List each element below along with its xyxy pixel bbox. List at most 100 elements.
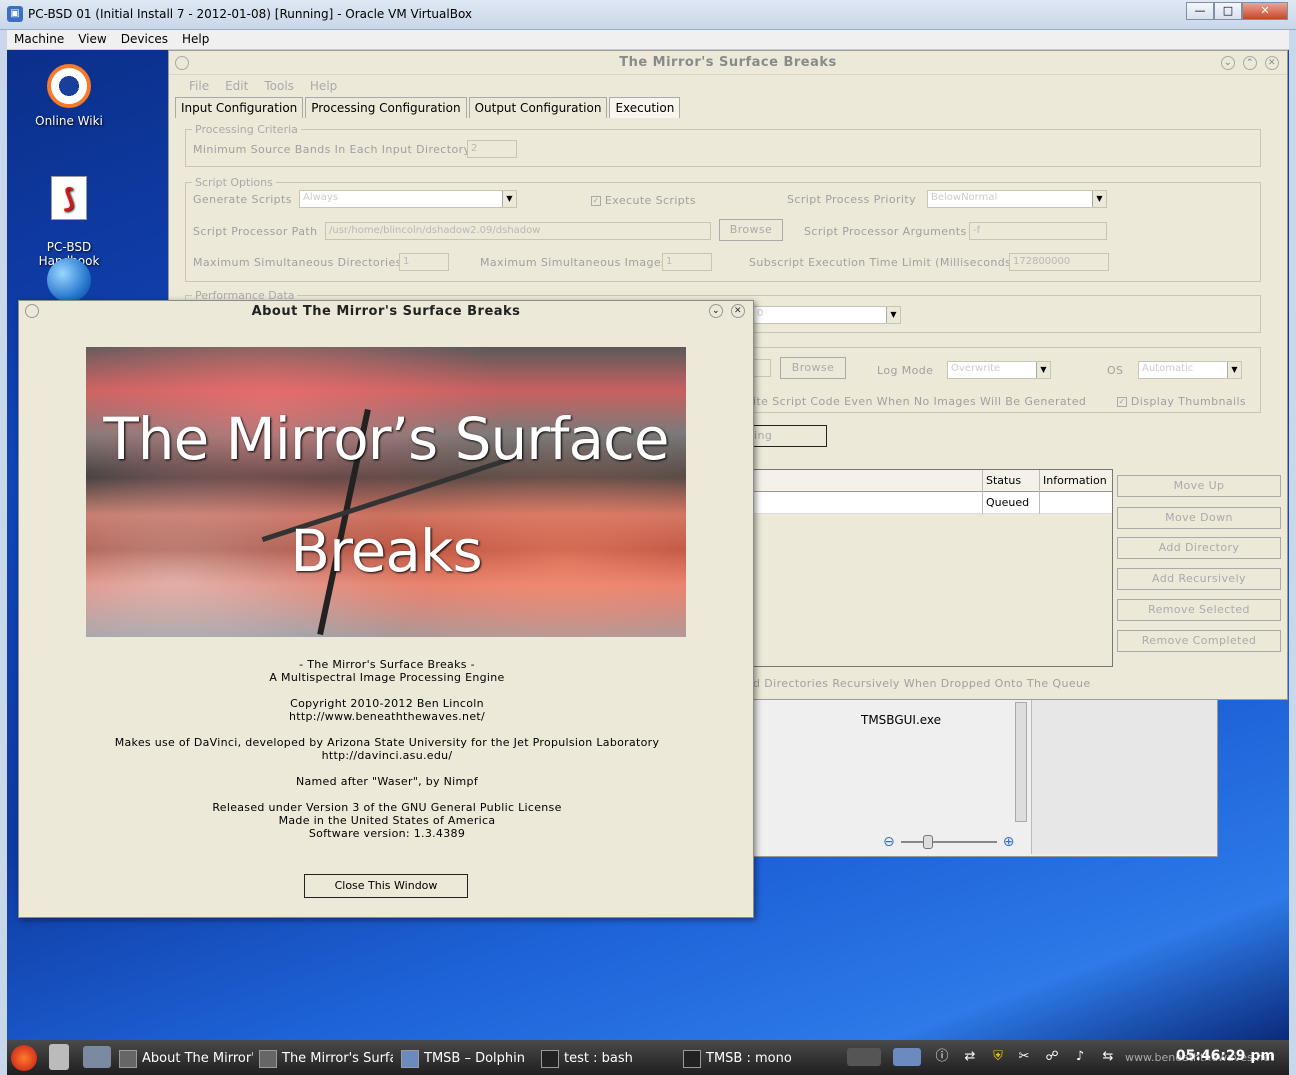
- about-dialog: About The Mirror's Surface Breaks ⌄ ✕ Th…: [18, 300, 754, 918]
- add-recursively-button[interactable]: Add Recursively: [1117, 568, 1281, 590]
- info-icon[interactable]: ⓘ: [933, 1048, 951, 1066]
- desktop-icon-globe[interactable]: [19, 258, 119, 302]
- menu-tools[interactable]: Tools: [256, 75, 302, 97]
- os-label: OS: [1107, 364, 1124, 377]
- desktop-icon-online-wiki[interactable]: Online Wiki: [19, 64, 119, 128]
- tab-input-configuration[interactable]: Input Configuration: [175, 97, 304, 118]
- table-row[interactable]: Queued: [754, 492, 1112, 514]
- pager-icon[interactable]: [847, 1048, 881, 1066]
- log-mode-select[interactable]: Overwrite ▼: [947, 361, 1051, 379]
- performance-select[interactable]: 0 ▼: [753, 306, 901, 324]
- move-down-button[interactable]: Move Down: [1117, 507, 1281, 529]
- terminal-icon: [541, 1049, 559, 1068]
- row-status: Queued: [982, 492, 1039, 514]
- script-args-field[interactable]: -f: [969, 222, 1107, 240]
- maximize-button[interactable]: □: [1214, 2, 1242, 20]
- about-titlebar: About The Mirror's Surface Breaks ⌄ ✕: [19, 301, 753, 323]
- usb-icon[interactable]: ⇆: [1099, 1048, 1117, 1066]
- vbox-titlebar: ▣ PC-BSD 01 (Initial Install 7 - 2012-01…: [0, 0, 1296, 30]
- menu-view[interactable]: View: [71, 30, 113, 49]
- column-information[interactable]: Information: [1039, 470, 1112, 492]
- vertical-scrollbar[interactable]: [1015, 702, 1027, 822]
- max-images-field[interactable]: 1: [662, 253, 712, 271]
- zoom-slider[interactable]: ⊖ ⊕: [883, 834, 1014, 850]
- folder-icon[interactable]: [893, 1048, 921, 1066]
- task-about[interactable]: About The Mirror's: [119, 1046, 253, 1072]
- desktop-icon-handbook[interactable]: ⟆ PC-BSD Handbook: [19, 162, 119, 268]
- max-images-label: Maximum Simultaneous Images: [480, 256, 668, 269]
- shield-icon[interactable]: ⛨: [989, 1048, 1007, 1066]
- main-menubar: File Edit Tools Help: [169, 75, 1287, 97]
- start-menu-icon[interactable]: [11, 1045, 37, 1071]
- min-bands-field[interactable]: 2: [467, 140, 517, 158]
- queue-table: Status Information Queued: [753, 469, 1113, 667]
- generate-scripts-select[interactable]: Always ▼: [299, 190, 517, 208]
- task-bash[interactable]: test : bash: [541, 1046, 675, 1072]
- file-name[interactable]: TMSBGUI.exe: [861, 713, 941, 727]
- about-line: - The Mirror's Surface Breaks -: [299, 658, 475, 671]
- execute-scripts-checkbox[interactable]: ✓ Execute Scripts: [591, 194, 696, 207]
- volume-icon[interactable]: ♪: [1071, 1048, 1089, 1066]
- write-code-checkbox-label[interactable]: ite Script Code Even When No Images Will…: [753, 395, 1086, 408]
- scissors-icon[interactable]: ✂: [1015, 1048, 1033, 1066]
- about-line: Released under Version 3 of the GNU Gene…: [212, 801, 562, 814]
- minimize-icon[interactable]: ⌄: [1221, 56, 1235, 70]
- window-menu-icon[interactable]: [175, 56, 189, 70]
- connections-icon[interactable]: ☍: [1043, 1048, 1061, 1066]
- task-dolphin[interactable]: TMSB – Dolphin: [401, 1046, 535, 1072]
- zoom-in-icon[interactable]: ⊕: [1003, 834, 1015, 850]
- task-mono[interactable]: TMSB : mono: [683, 1046, 823, 1072]
- script-path-browse-button[interactable]: Browse: [719, 219, 783, 241]
- script-path-field[interactable]: /usr/home/blincoln/dshadow2.09/dshadow: [325, 222, 711, 240]
- log-browse-button[interactable]: Browse: [780, 357, 846, 379]
- remove-completed-button[interactable]: Remove Completed: [1117, 630, 1281, 652]
- main-titlebar: The Mirror's Surface Breaks ⌄ ⌃ ✕: [169, 51, 1287, 75]
- minimize-icon[interactable]: ⌄: [709, 304, 723, 318]
- column-status[interactable]: Status: [982, 470, 1039, 492]
- task-main[interactable]: The Mirror's Surfa: [259, 1046, 393, 1072]
- window-menu-icon[interactable]: [25, 304, 39, 318]
- menu-help[interactable]: Help: [302, 75, 345, 97]
- menu-devices[interactable]: Devices: [114, 30, 175, 49]
- generate-scripts-label: Generate Scripts: [193, 193, 292, 206]
- show-desktop-icon[interactable]: [83, 1046, 111, 1068]
- close-icon[interactable]: ✕: [731, 304, 745, 318]
- app-icon: [259, 1049, 277, 1068]
- about-link[interactable]: http://www.beneaththewaves.net/: [19, 710, 755, 723]
- menu-help[interactable]: Help: [175, 30, 216, 49]
- group-legend: Script Options: [195, 176, 273, 189]
- display-thumbnails-checkbox[interactable]: ✓ Display Thumbnails: [1117, 395, 1246, 408]
- tab-output-configuration[interactable]: Output Configuration: [468, 97, 608, 118]
- close-this-window-button[interactable]: Close This Window: [304, 874, 468, 898]
- tab-execution[interactable]: Execution: [609, 97, 681, 118]
- os-select[interactable]: Automatic ▼: [1138, 361, 1242, 379]
- about-link[interactable]: http://davinci.asu.edu/: [19, 749, 755, 762]
- log-path-field[interactable]: [753, 359, 771, 377]
- recursive-drop-checkbox-label[interactable]: d Directories Recursively When Dropped O…: [753, 677, 1091, 690]
- start-processing-button[interactable]: ing: [753, 425, 827, 447]
- script-path-label: Script Processor Path: [193, 225, 318, 238]
- remove-selected-button[interactable]: Remove Selected: [1117, 599, 1281, 621]
- max-dirs-field[interactable]: 1: [399, 253, 449, 271]
- chevron-down-icon: ▼: [1227, 362, 1241, 378]
- minimize-button[interactable]: —: [1186, 2, 1214, 20]
- dolphin-sidebar: [1031, 698, 1217, 854]
- timeout-field[interactable]: 172800000: [1009, 253, 1109, 271]
- zoom-out-icon[interactable]: ⊖: [883, 834, 895, 850]
- close-button[interactable]: ✕: [1242, 2, 1288, 20]
- log-mode-label: Log Mode: [877, 364, 934, 377]
- menu-edit[interactable]: Edit: [217, 75, 256, 97]
- menu-machine[interactable]: Machine: [7, 30, 71, 49]
- network-icon[interactable]: ⇄: [961, 1048, 979, 1066]
- move-up-button[interactable]: Move Up: [1117, 475, 1281, 497]
- menu-file[interactable]: File: [181, 75, 217, 97]
- maximize-icon[interactable]: ⌃: [1243, 56, 1257, 70]
- close-icon[interactable]: ✕: [1265, 56, 1279, 70]
- trash-icon[interactable]: [49, 1044, 69, 1070]
- add-directory-button[interactable]: Add Directory: [1117, 537, 1281, 559]
- tab-processing-configuration[interactable]: Processing Configuration: [305, 97, 467, 118]
- terminal-icon: [683, 1049, 701, 1068]
- desktop-icon-label: Online Wiki: [35, 114, 103, 128]
- priority-select[interactable]: BelowNormal ▼: [927, 190, 1107, 208]
- clock[interactable]: 05:46:29 pm: [1176, 1048, 1275, 1064]
